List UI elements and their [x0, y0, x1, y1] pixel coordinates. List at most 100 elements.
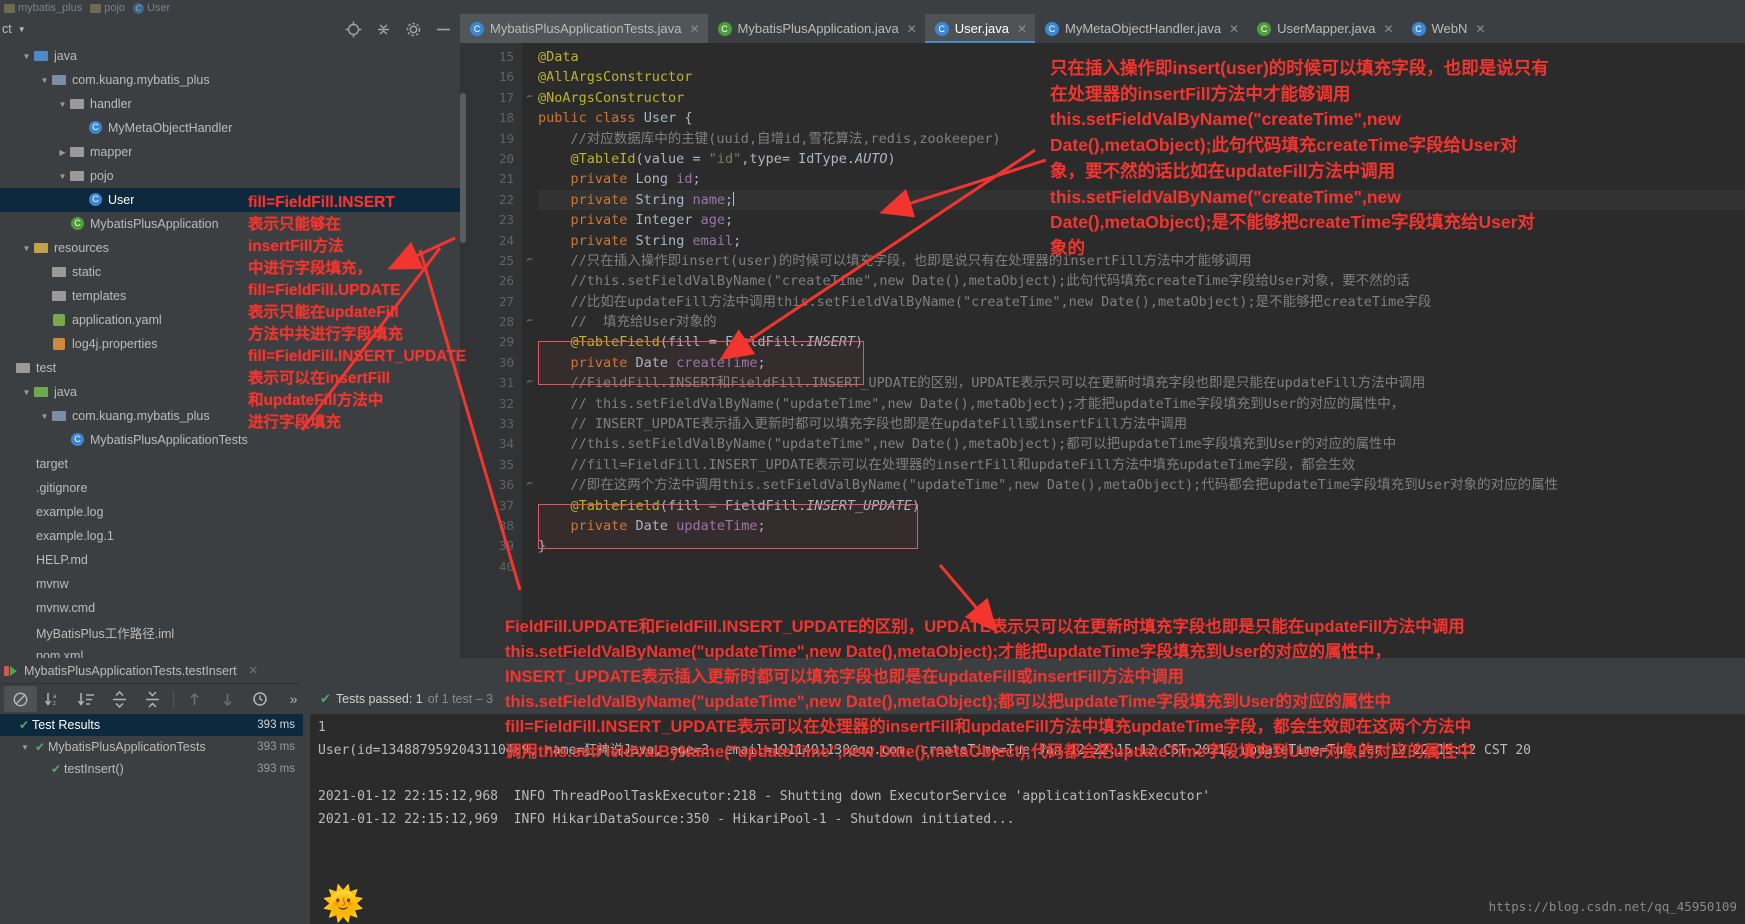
expand-all-icon[interactable] [103, 686, 136, 712]
test-results-tree[interactable]: ✔ Test Results 393 ms ▼ ✔ MybatisPlusApplicat… [0, 714, 303, 924]
run-configuration-tab[interactable]: MybatisPlusApplicationTests.testInsert ✕ [0, 658, 300, 684]
fold-marker[interactable] [522, 190, 538, 210]
fold-marker[interactable] [522, 108, 538, 128]
fold-marker[interactable]: ⌐ [522, 373, 538, 393]
tree-item[interactable]: ▼MybatisPlusApplication [0, 212, 460, 236]
fold-marker[interactable] [522, 516, 538, 536]
fold-marker[interactable]: ⌐ [522, 88, 538, 108]
fold-marker[interactable] [522, 434, 538, 454]
fold-marker[interactable] [522, 271, 538, 291]
tree-item[interactable]: ▼application.yaml [0, 308, 460, 332]
fold-marker[interactable] [522, 129, 538, 149]
editor-tab-bar[interactable]: C MybatisPlusApplicationTests.java ✕ C Mybat… [460, 14, 1745, 43]
test-result-row[interactable]: ✔ Test Results 393 ms [0, 714, 303, 736]
chevron-right-icon[interactable]: ▶ [56, 148, 69, 157]
panel-divider[interactable] [303, 714, 310, 924]
breadcrumb-item[interactable]: pojo [90, 2, 125, 14]
tree-item[interactable]: ▼.gitignore [0, 476, 460, 500]
fold-marker[interactable] [522, 557, 538, 577]
gear-icon[interactable] [405, 21, 422, 38]
sort-duration-icon[interactable] [70, 686, 103, 712]
fold-marker[interactable] [522, 496, 538, 516]
close-icon[interactable]: ✕ [689, 22, 699, 36]
close-icon[interactable]: ✕ [1229, 22, 1239, 36]
tree-item[interactable]: ▼ com.kuang.mybatis_plus [0, 404, 460, 428]
tree-item[interactable]: ▼target [0, 452, 460, 476]
fold-marker[interactable] [522, 455, 538, 475]
tree-item[interactable]: ▼MyBatisPlus工作路径.iml [0, 620, 460, 644]
fold-marker[interactable]: ⌐ [522, 475, 538, 495]
tree-item[interactable]: ▼ pojo [0, 164, 460, 188]
fold-marker[interactable] [522, 210, 538, 230]
fold-marker[interactable] [522, 332, 538, 352]
editor-tab[interactable]: C WebN ✕ [1402, 14, 1494, 43]
chevron-down-icon[interactable]: ▼ [38, 76, 51, 85]
fold-marker[interactable] [522, 536, 538, 556]
fold-marker[interactable] [522, 353, 538, 373]
tree-item[interactable]: ▼templates [0, 284, 460, 308]
code-content[interactable]: @Data @AllArgsConstructor @NoArgsConstruct… [538, 43, 1745, 577]
collapse-all-icon[interactable] [375, 21, 392, 38]
fold-marker[interactable]: ⌐ [522, 251, 538, 271]
breadcrumb-item[interactable]: mybatis_plus [4, 2, 82, 14]
tree-item[interactable]: ▼ handler [0, 92, 460, 116]
editor-tab[interactable]: C MyMetaObjectHandler.java ✕ [1035, 14, 1247, 43]
tree-item[interactable]: ▼ com.kuang.mybatis_plus [0, 68, 460, 92]
tree-item[interactable]: ▶ mapper [0, 140, 460, 164]
chevron-down-icon[interactable]: ▼ [56, 100, 69, 109]
chevron-down-icon[interactable]: ▼ [38, 412, 51, 421]
fold-marker[interactable] [522, 394, 538, 414]
tree-item[interactable]: ▼MybatisPlusApplicationTests [0, 428, 460, 452]
chevron-down-icon[interactable]: ▼ [56, 172, 69, 181]
fold-marker[interactable] [522, 67, 538, 87]
sort-alpha-icon[interactable]: az [37, 686, 70, 712]
collapse-all-icon[interactable] [136, 686, 169, 712]
close-icon[interactable]: ✕ [1017, 22, 1027, 36]
history-icon[interactable] [244, 686, 277, 712]
tree-item[interactable]: ▼ resources [0, 236, 460, 260]
more-icon[interactable]: » [277, 686, 310, 712]
prev-icon[interactable] [178, 686, 211, 712]
editor-tab[interactable]: C UserMapper.java ✕ [1247, 14, 1401, 43]
locate-icon[interactable] [345, 21, 362, 38]
fold-marker[interactable] [522, 149, 538, 169]
tree-item[interactable]: ▼log4j.properties [0, 332, 460, 356]
tree-item[interactable]: ▼example.log.1 [0, 524, 460, 548]
chevron-down-icon[interactable]: ▼ [18, 25, 26, 34]
tree-item[interactable]: ▼HELP.md [0, 548, 460, 572]
fold-marker[interactable] [522, 231, 538, 251]
fold-marker[interactable] [522, 414, 538, 434]
tree-item[interactable]: ▼MyMetaObjectHandler [0, 116, 460, 140]
tree-item[interactable]: ▼test [0, 356, 460, 380]
code-editor[interactable]: 15 16 17 18 19 20 21 22 23 24 25 26 27 28 29 30 31 32 33 34… [460, 43, 1745, 660]
breadcrumb-item[interactable]: C User [133, 2, 170, 14]
editor-tab[interactable]: C MybatisPlusApplicationTests.java ✕ [460, 14, 708, 43]
fold-marker[interactable] [522, 47, 538, 67]
test-result-row[interactable]: ✔ testInsert() 393 ms [0, 758, 303, 780]
fold-gutter[interactable]: ⌐ ⌐ ⌐ ⌐ ⌐ [522, 43, 538, 660]
chevron-down-icon[interactable]: ▼ [20, 388, 33, 397]
fold-marker[interactable] [522, 169, 538, 189]
test-result-row[interactable]: ▼ ✔ MybatisPlusApplicationTests 393 ms [0, 736, 303, 758]
close-icon[interactable]: ✕ [907, 22, 917, 36]
rerun-failed-icon[interactable] [4, 686, 37, 712]
fold-marker[interactable]: ⌐ [522, 312, 538, 332]
close-icon[interactable]: ✕ [249, 664, 258, 677]
tree-item[interactable]: ▼static [0, 260, 460, 284]
tree-item[interactable]: ▼ java [0, 380, 460, 404]
close-icon[interactable]: ✕ [1383, 22, 1393, 36]
project-tree[interactable]: ▼java▼com.kuang.mybatis_plus▼handler▼MyM… [0, 42, 460, 658]
console-output[interactable]: 1 User(id=1348879592043110409, name=狂神说Ja… [310, 714, 1745, 924]
close-icon[interactable]: ✕ [1475, 22, 1485, 36]
tree-item[interactable]: ▼mvnw [0, 572, 460, 596]
editor-tab[interactable]: C MybatisPlusApplication.java ✕ [708, 14, 925, 43]
chevron-down-icon[interactable]: ▼ [20, 244, 33, 253]
chevron-down-icon[interactable]: ▼ [20, 52, 33, 61]
hide-icon[interactable] [435, 21, 452, 38]
editor-scrollbar-thumb[interactable] [460, 93, 466, 243]
tree-item[interactable]: ▼ java [0, 44, 460, 68]
tree-item[interactable]: ▼mvnw.cmd [0, 596, 460, 620]
tree-item[interactable]: ▼User [0, 188, 460, 212]
editor-tab[interactable]: C User.java ✕ [924, 14, 1036, 43]
next-icon[interactable] [211, 686, 244, 712]
